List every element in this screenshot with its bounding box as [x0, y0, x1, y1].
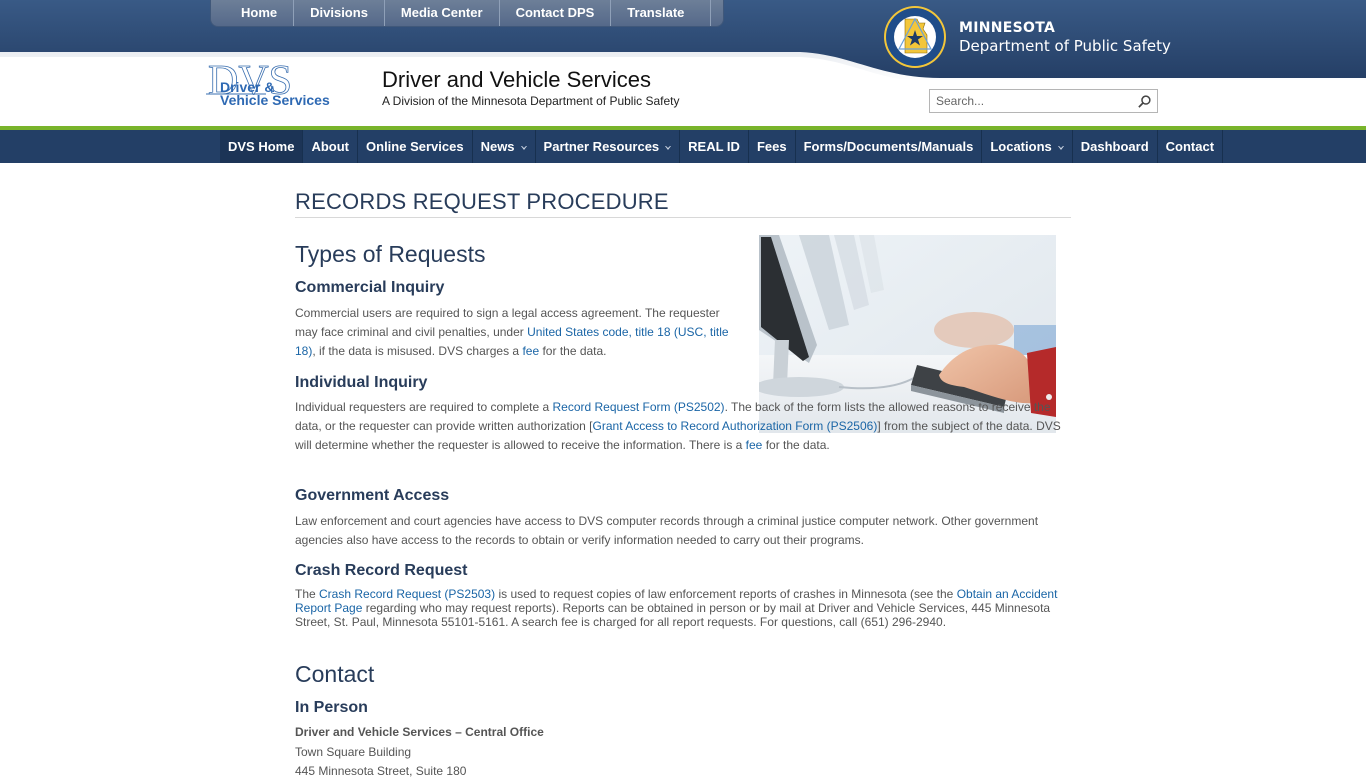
crash-heading: Crash Record Request [295, 562, 468, 579]
government-text: Law enforcement and court agencies have … [295, 514, 1039, 547]
nav-item-label: Contact [1165, 139, 1215, 154]
crash-text: The Crash Record Request (PS2503) is use… [295, 587, 1071, 629]
office-address: 445 Minnesota Street, Suite 180 [295, 764, 467, 778]
agency-line-1: MINNESOTA [959, 19, 1056, 36]
agency-line-2: Department of Public Safety [959, 36, 1171, 55]
nav-item-forms-documents-manuals[interactable]: Forms/Documents/Manuals [796, 130, 983, 163]
state-seal-icon [884, 6, 946, 68]
chevron-down-icon[interactable] [665, 145, 672, 150]
nav-item-label: Fees [756, 139, 787, 154]
chevron-down-icon[interactable] [520, 145, 527, 150]
agency-name: MINNESOTA Department of Public Safety [959, 19, 1171, 56]
text: The [295, 587, 320, 601]
dvs-logo[interactable]: DVS Driver & Vehicle Services [206, 58, 376, 108]
individual-heading: Individual Inquiry [295, 374, 428, 391]
text: Individual requesters are required to co… [295, 400, 553, 414]
search-icon[interactable] [1137, 94, 1152, 109]
text: for the data. [539, 344, 607, 358]
nav-item-label: Forms/Documents/Manuals [803, 139, 974, 154]
utility-link-media-center[interactable]: Media Center [385, 0, 500, 26]
nav-item-partner-resources[interactable]: Partner Resources [536, 130, 681, 163]
nav-item-label: Dashboard [1080, 139, 1149, 154]
nav-item-label: Online Services [366, 139, 464, 154]
text: is used to request copies of law enforce… [495, 587, 957, 601]
office-building: Town Square Building [295, 745, 412, 759]
dvs-logo-line-2: Vehicle Services [220, 92, 330, 108]
utility-link-divisions[interactable]: Divisions [294, 0, 385, 26]
nav-item-label: Partner Resources [543, 139, 660, 154]
site-header: Home Divisions Media Center Contact DPS … [0, 0, 1366, 126]
page-title: RECORDS REQUEST PROCEDURE [295, 189, 1071, 218]
text: , if the data is misused. DVS charges a [312, 344, 523, 358]
dps-home-link[interactable]: MINNESOTA Department of Public Safety [883, 5, 1171, 69]
utility-nav: Home Divisions Media Center Contact DPS … [210, 0, 725, 27]
site-title: Driver and Vehicle Services [382, 67, 652, 92]
site-subtitle: A Division of the Minnesota Department o… [382, 94, 680, 108]
government-heading: Government Access [295, 487, 450, 504]
text: for the data. [762, 438, 830, 452]
individual-fee-link[interactable]: fee [746, 438, 763, 452]
utility-link-home[interactable]: Home [221, 0, 295, 26]
nav-item-fees[interactable]: Fees [749, 130, 796, 163]
commercial-text: Commercial users are required to sign a … [295, 304, 735, 361]
office-name: Driver and Vehicle Services – Central Of… [295, 725, 544, 739]
search-box [929, 89, 1158, 113]
nav-item-label: DVS Home [228, 139, 295, 154]
search-input[interactable] [930, 90, 1130, 112]
grant-access-form-link[interactable]: Grant Access to Record Authorization For… [593, 419, 878, 433]
nav-item-label: REAL ID [688, 139, 740, 154]
individual-text: Individual requesters are required to co… [295, 398, 1071, 455]
main-nav-list: DVS Home About Online Services News Partner … [220, 130, 1224, 163]
utility-link-contact-dps[interactable]: Contact DPS [500, 0, 612, 26]
record-request-form-link[interactable]: Record Request Form (PS2502) [552, 400, 724, 414]
nav-item-label: News [480, 139, 515, 154]
nav-item-about[interactable]: About [303, 130, 359, 163]
main-content: RECORDS REQUEST PROCEDURE Types of Reque… [295, 163, 1071, 778]
nav-item-news[interactable]: News [473, 130, 536, 163]
contact-heading: Contact [295, 661, 375, 687]
commercial-heading: Commercial Inquiry [295, 279, 445, 296]
nav-item-contact[interactable]: Contact [1158, 130, 1224, 163]
chevron-down-icon[interactable] [1057, 145, 1064, 150]
commercial-fee-link[interactable]: fee [522, 344, 539, 358]
utility-link-translate[interactable]: Translate [611, 0, 712, 26]
nav-item-dashboard[interactable]: Dashboard [1073, 130, 1158, 163]
types-heading: Types of Requests [295, 241, 486, 267]
nav-item-online-services[interactable]: Online Services [358, 130, 473, 163]
text: regarding who may request reports). Repo… [295, 601, 1051, 629]
nav-item-locations[interactable]: Locations [982, 130, 1073, 163]
main-nav: DVS Home About Online Services News Partner … [0, 130, 1366, 163]
nav-item-label: Locations [990, 139, 1052, 154]
nav-item-real-id[interactable]: REAL ID [680, 130, 749, 163]
nav-item-dvs-home[interactable]: DVS Home [220, 130, 304, 163]
nav-item-label: About [311, 139, 350, 154]
crash-record-request-link[interactable]: Crash Record Request (PS2503) [319, 587, 495, 601]
in-person-heading: In Person [295, 699, 368, 716]
